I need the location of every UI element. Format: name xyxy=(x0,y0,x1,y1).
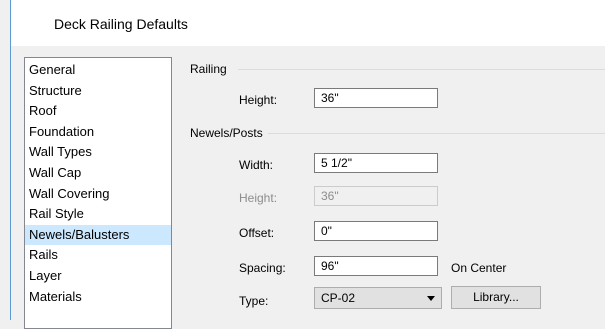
newel-height-label: Height: xyxy=(239,191,278,205)
category-item-structure[interactable]: Structure xyxy=(25,81,171,102)
window-border xyxy=(10,0,11,320)
category-item-rail-style[interactable]: Rail Style xyxy=(25,204,171,225)
railing-height-input[interactable]: 36" xyxy=(314,88,438,108)
category-item-materials[interactable]: Materials xyxy=(25,287,171,308)
newel-width-input[interactable]: 5 1/2" xyxy=(314,153,438,173)
railing-group-divider xyxy=(238,69,605,70)
title-bar: Deck Railing Defaults xyxy=(11,0,605,46)
newels-group-label: Newels/Posts xyxy=(190,126,263,140)
railing-height-label: Height: xyxy=(239,93,278,107)
category-item-wall-types[interactable]: Wall Types xyxy=(25,142,171,163)
newel-type-dropdown[interactable]: CP-02 xyxy=(314,287,442,309)
spacing-unit-label: On Center xyxy=(451,261,507,275)
category-list[interactable]: General Structure Roof Foundation Wall Types… xyxy=(24,57,172,329)
dialog-title: Deck Railing Defaults xyxy=(54,16,188,32)
library-button[interactable]: Library... xyxy=(451,286,541,309)
newel-spacing-label: Spacing: xyxy=(239,261,286,275)
category-item-newels-balusters[interactable]: Newels/Balusters xyxy=(25,224,171,246)
railing-group-label: Railing xyxy=(190,62,227,76)
category-item-general[interactable]: General xyxy=(25,60,171,81)
newels-group-divider xyxy=(268,133,605,134)
category-item-wall-cap[interactable]: Wall Cap xyxy=(25,163,171,184)
category-item-wall-covering[interactable]: Wall Covering xyxy=(25,184,171,205)
newel-height-input: 36" xyxy=(314,186,438,206)
newel-spacing-input[interactable]: 96" xyxy=(314,256,438,276)
chevron-down-icon xyxy=(427,296,435,301)
category-item-layer[interactable]: Layer xyxy=(25,266,171,287)
newel-type-value: CP-02 xyxy=(321,291,356,305)
category-item-roof[interactable]: Roof xyxy=(25,101,171,122)
dialog-window: Deck Railing Defaults General Structure Ro… xyxy=(0,0,605,329)
newel-width-label: Width: xyxy=(239,158,274,172)
category-item-foundation[interactable]: Foundation xyxy=(25,122,171,143)
newel-type-label: Type: xyxy=(239,294,269,308)
newel-offset-input[interactable]: 0" xyxy=(314,221,438,241)
newel-offset-label: Offset: xyxy=(239,226,275,240)
category-item-rails[interactable]: Rails xyxy=(25,245,171,266)
